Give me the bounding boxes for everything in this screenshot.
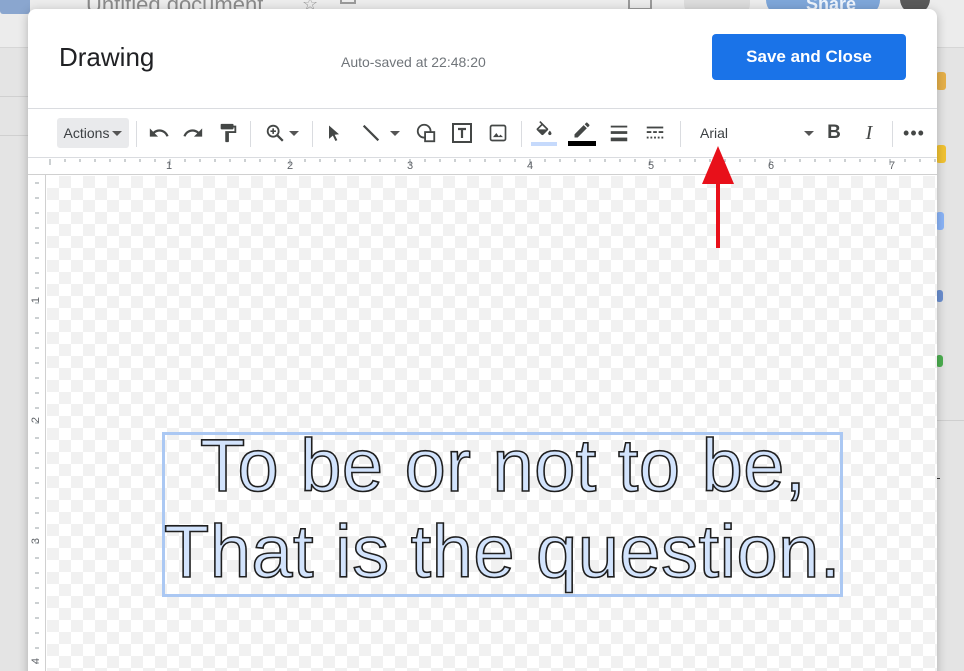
border-color-indicator — [568, 141, 596, 146]
select-button[interactable] — [322, 118, 346, 148]
border-weight-button[interactable] — [605, 118, 633, 148]
undo-button[interactable] — [146, 118, 172, 148]
redo-button[interactable] — [180, 118, 206, 148]
image-icon — [489, 124, 507, 142]
cursor-icon — [329, 125, 339, 141]
text-box-button[interactable] — [448, 118, 476, 148]
border-color-button[interactable] — [566, 118, 598, 148]
ruler-label: 5 — [648, 160, 655, 172]
docs-logo-icon — [0, 0, 30, 14]
shape-button[interactable] — [412, 118, 440, 148]
fill-color-indicator — [531, 141, 557, 146]
vertical-ruler: 1 2 3 4 — [28, 175, 46, 671]
line-tool-button[interactable] — [356, 118, 404, 148]
zoom-button[interactable] — [259, 118, 303, 148]
drawing-dialog: Drawing Auto-saved at 22:48:20 Save and … — [28, 9, 937, 671]
save-and-close-button[interactable]: Save and Close — [712, 34, 906, 80]
image-button[interactable] — [484, 118, 512, 148]
ruler-label: 4 — [30, 657, 43, 665]
selected-text-box[interactable]: To be or not to be, That is the question… — [162, 423, 843, 597]
chevron-down-icon — [112, 130, 123, 136]
fill-color-icon — [536, 120, 552, 135]
fill-color-button[interactable] — [530, 118, 558, 148]
line-icon — [362, 124, 380, 142]
pencil-icon — [574, 122, 590, 138]
drawing-toolbar: Actions Arial B I ••• — [28, 108, 937, 158]
ruler-label: 7 — [889, 160, 896, 172]
toolbar-divider — [892, 121, 893, 147]
redo-icon — [183, 128, 203, 137]
dialog-title: Drawing — [59, 42, 155, 72]
doc-outline-area — [0, 96, 30, 136]
keep-icon — [936, 72, 946, 90]
toolbar-divider — [312, 121, 313, 147]
toolbar-divider — [250, 121, 251, 147]
zoom-icon — [266, 124, 284, 142]
toolbar-divider — [136, 121, 137, 147]
paint-format-button[interactable] — [215, 118, 241, 148]
horizontal-ruler: 1 2 3 4 5 6 7 — [28, 159, 937, 175]
contacts-icon — [936, 290, 943, 302]
chevron-down-icon — [390, 130, 400, 136]
ruler-label: 2 — [287, 160, 294, 172]
actions-menu-button[interactable]: Actions — [57, 118, 129, 148]
text-line: That is the question. — [163, 509, 841, 594]
text-box-icon — [452, 123, 472, 143]
bold-button[interactable]: B — [821, 118, 847, 148]
font-family-select[interactable]: Arial — [700, 118, 728, 148]
actions-label: Actions — [63, 125, 110, 141]
ruler-label: 1 — [30, 296, 43, 304]
text-line: To be or not to be, — [199, 423, 807, 508]
maps-icon — [936, 355, 943, 367]
ruler-ticks — [49, 159, 936, 165]
ruler-label: 3 — [407, 160, 414, 172]
toolbar-divider — [521, 121, 522, 147]
chevron-down-icon — [288, 130, 299, 136]
ruler-label: 1 — [166, 160, 173, 172]
folder-icon — [340, 0, 356, 4]
more-options-button[interactable]: ••• — [900, 118, 928, 148]
shape-icon — [416, 123, 436, 143]
border-weight-icon — [610, 125, 628, 142]
italic-icon: I — [865, 121, 873, 144]
calendar-icon — [936, 212, 944, 230]
ruler-label: 4 — [527, 160, 534, 172]
border-dash-button[interactable] — [641, 118, 669, 148]
italic-button[interactable]: I — [856, 118, 882, 148]
font-dropdown-chevron-icon[interactable] — [804, 131, 814, 136]
more-horizontal-icon: ••• — [903, 122, 925, 143]
autosave-status: Auto-saved at 22:48:20 — [341, 54, 486, 70]
border-dash-icon — [646, 126, 664, 139]
ruler-label: 6 — [768, 160, 775, 172]
undo-icon — [149, 128, 169, 137]
toolbar-divider — [680, 121, 681, 147]
paint-format-icon — [220, 123, 237, 143]
drawing-canvas[interactable]: To be or not to be, That is the question… — [47, 176, 937, 671]
bold-icon: B — [827, 122, 841, 143]
annotation-arrow-shaft — [716, 178, 720, 248]
ruler-label: 3 — [30, 537, 43, 545]
tasks-icon — [936, 145, 946, 163]
ruler-label: 2 — [30, 416, 43, 424]
